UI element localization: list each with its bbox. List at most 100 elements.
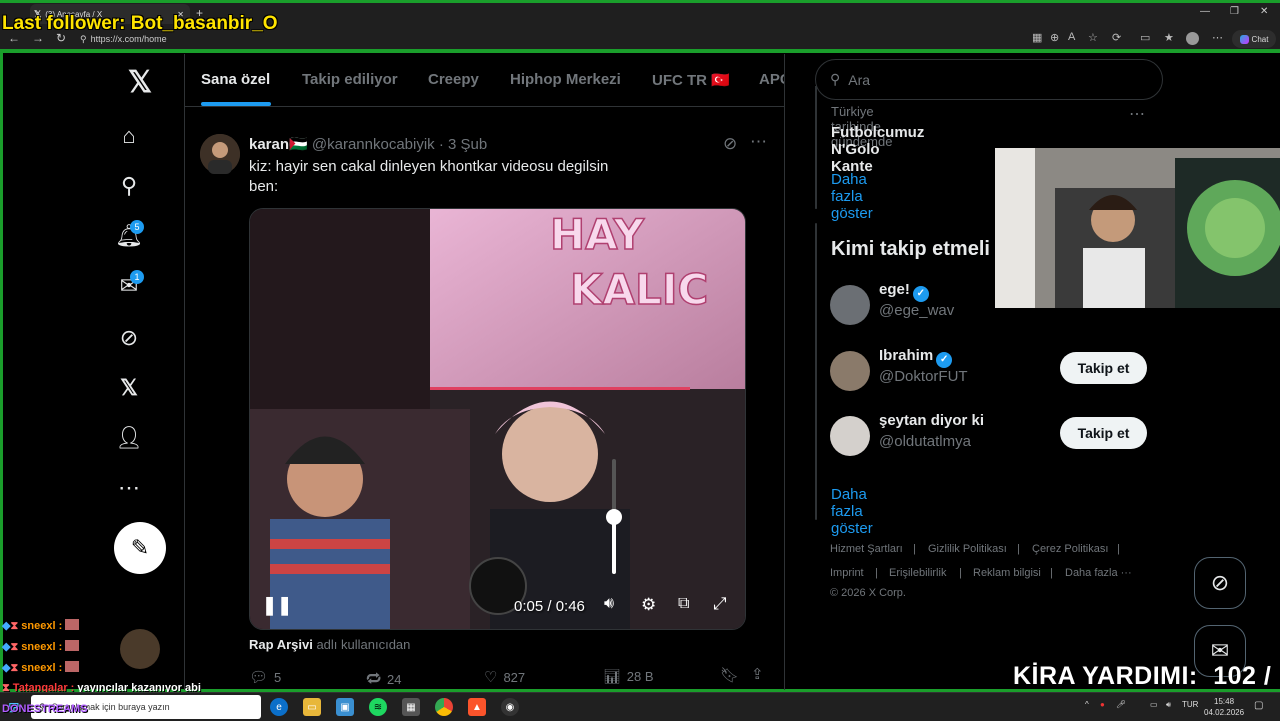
video-time: 0:05 / 0:46 [514, 598, 585, 615]
stream-frame-top [0, 49, 1280, 53]
grok-icon[interactable]: ⊘ [116, 325, 142, 351]
compose-post-button[interactable]: ✎ [114, 522, 166, 574]
chat-emote-icon [65, 619, 80, 630]
speaker-icon[interactable]: 🔊︎ [1166, 700, 1171, 710]
follow-suggestion-2[interactable]: Ibrahim ✓ @DoktorFUT Takip et [830, 347, 1150, 395]
calculator-icon[interactable]: ▦ [402, 698, 420, 716]
post-author-avatar[interactable] [200, 134, 240, 174]
tab-hiphop-merkezi[interactable]: Hiphop Merkezi [510, 71, 621, 88]
share-icon[interactable]: ⇪ [751, 665, 764, 683]
chat-user: DONESTREAMS [2, 703, 88, 715]
tab-following[interactable]: Takip ediliyor [302, 71, 398, 88]
like-count: 827 [503, 669, 526, 685]
favorites-icon[interactable]: ★ [1164, 31, 1174, 44]
edge-icon[interactable]: e [270, 698, 288, 716]
post-more-icon[interactable]: ⋯ [750, 132, 767, 152]
read-aloud-icon[interactable]: A [1068, 31, 1075, 43]
tab-ufc-tr[interactable]: UFC TR 🇹🇷 [652, 71, 730, 89]
post-author-name[interactable]: karan🇵🇸 [249, 136, 308, 153]
chrome-icon[interactable] [435, 698, 453, 716]
tab-creepy[interactable]: Creepy [428, 71, 479, 88]
home-icon[interactable]: ⌂ [116, 123, 142, 149]
who-to-follow-show-more[interactable]: Daha fazla göster [831, 486, 873, 537]
grok-floating-button[interactable]: ⊘ [1194, 557, 1246, 609]
tab-apc[interactable]: APC [759, 71, 784, 88]
user-name[interactable]: Ibrahim ✓ [879, 347, 953, 368]
video-player[interactable]: HAY KALIC ❚❚ 0:05 / 0:46 🔊︎ ⚙ ⧉ ⤢ [249, 208, 746, 630]
tab-for-you[interactable]: Sana özel [201, 71, 270, 88]
svg-text:KALIC: KALIC [570, 265, 708, 314]
user-avatar[interactable] [830, 285, 870, 325]
x-logo-icon[interactable]: 𝕏 [124, 66, 156, 99]
site-info-icon[interactable]: ⚲ [80, 34, 87, 45]
explore-search-icon[interactable]: ⚲ [116, 173, 142, 199]
settings-gear-icon[interactable]: ⚙ [641, 595, 656, 615]
views-action[interactable]: 📊︎ 28 B [603, 668, 654, 685]
footer-accessibility[interactable]: Erişilebilirlik [889, 567, 946, 579]
profile-icon[interactable]: 👤︎ [115, 425, 143, 451]
webcam-overlay [995, 148, 1280, 308]
tray-app-icon[interactable]: ● [1100, 700, 1105, 709]
trends-show-more[interactable]: Daha fazla göster [831, 171, 873, 222]
post-date[interactable]: · 3 Şub [439, 136, 487, 153]
user-avatar[interactable] [830, 351, 870, 391]
file-explorer-icon[interactable]: ▭ [303, 698, 321, 716]
like-action[interactable]: ♡ 827 [484, 668, 525, 686]
attribution-user[interactable]: Rap Arşivi [249, 637, 313, 652]
views-bar-icon: 📊︎ [603, 668, 621, 684]
taskbar-clock[interactable]: 15:48 04.02.2026 [1204, 696, 1244, 718]
maximize-icon[interactable]: ❐ [1230, 6, 1239, 17]
follow-button[interactable]: Takip et [1060, 417, 1147, 449]
repost-action[interactable]: 🔁︎ 24 [366, 668, 401, 690]
webcam-image [995, 148, 1280, 308]
footer-separator: | [913, 543, 916, 555]
premium-x-icon[interactable]: 𝕏 [116, 375, 142, 401]
fullscreen-icon[interactable]: ⤢ [713, 594, 727, 614]
copilot-chat-button[interactable]: Chat [1232, 30, 1276, 48]
spotify-icon[interactable]: ≋ [369, 698, 387, 716]
follow-button[interactable]: Takip et [1060, 352, 1147, 384]
split-screen-icon[interactable]: ▭ [1140, 31, 1150, 44]
repost-icon: 🔁︎ [366, 671, 382, 688]
chat-label: Chat [1251, 34, 1269, 44]
apps-icon[interactable]: ▦ [1032, 31, 1042, 44]
search-box[interactable]: ⚲ Ara [815, 59, 1163, 100]
user-avatar[interactable] [830, 416, 870, 456]
footer-cookies[interactable]: Çerez Politikası [1032, 543, 1108, 555]
brave-icon[interactable]: ▲ [468, 698, 486, 716]
footer-imprint[interactable]: Imprint [830, 567, 864, 579]
more-menu-icon[interactable]: ⋯ [1212, 31, 1223, 44]
follow-suggestion-3[interactable]: şeytan diyor ki @oldutatlmya Takip et [830, 412, 1150, 460]
grok-post-icon[interactable]: ⊘ [723, 134, 737, 154]
app-icon[interactable]: ▣ [336, 698, 354, 716]
minimize-icon[interactable]: — [1200, 6, 1210, 17]
refresh-extension-icon[interactable]: ⟳ [1112, 31, 1121, 44]
taskbar-language[interactable]: TUR [1182, 700, 1198, 709]
tray-chevron-icon[interactable]: ^ [1085, 700, 1089, 709]
footer-ads[interactable]: Reklam bilgisi [973, 567, 1041, 579]
zoom-icon[interactable]: ⊕ [1050, 31, 1059, 44]
post-author-handle[interactable]: @karannkocabiyik [312, 136, 435, 153]
timeline-tabs: Sana özel Takip ediliyor Creepy Hiphop M… [185, 54, 784, 107]
user-name[interactable]: şeytan diyor ki [879, 412, 984, 429]
volume-icon[interactable]: 🔊︎ [604, 595, 614, 613]
footer-privacy[interactable]: Gizlilik Politikası [928, 543, 1007, 555]
close-window-icon[interactable]: ✕ [1260, 6, 1268, 17]
favorite-star-icon[interactable]: ☆ [1088, 31, 1098, 44]
footer-terms[interactable]: Hizmet Şartları [830, 543, 903, 555]
bookmark-icon[interactable]: 🔖︎ [720, 666, 739, 684]
obs-icon[interactable]: ◉ [501, 698, 519, 716]
trend-title[interactable]: Futbolcumuz N'Golo Kante [831, 124, 924, 175]
picture-in-picture-icon[interactable]: ⧉ [678, 595, 689, 613]
footer-separator: | [1050, 567, 1053, 579]
pause-icon[interactable]: ❚❚ [262, 595, 292, 616]
footer-more[interactable]: Daha fazla ··· [1065, 567, 1132, 579]
notification-center-icon[interactable]: ▢ [1254, 700, 1263, 711]
trend-more-icon[interactable]: ⋯ [1129, 104, 1145, 124]
profile-avatar-icon[interactable] [1186, 32, 1199, 45]
reply-action[interactable]: 💬︎ 5 [249, 668, 281, 686]
network-icon[interactable]: ▭ [1150, 700, 1158, 709]
more-options-icon[interactable]: ⋯ [116, 475, 142, 501]
microphone-icon[interactable]: 🎤︎ [1116, 700, 1126, 709]
user-name[interactable]: ege! ✓ [879, 281, 929, 302]
